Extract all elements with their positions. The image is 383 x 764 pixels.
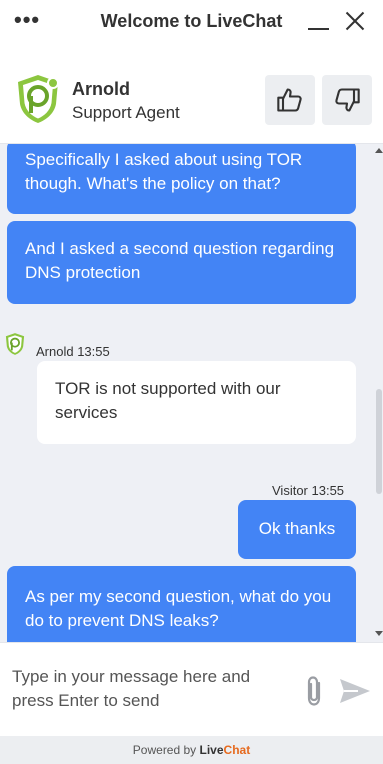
message-meta: Visitor 13:55 [272,483,345,498]
agent-role: Support Agent [72,103,180,122]
powered-by-label: Powered by [132,743,197,757]
send-button[interactable] [338,677,372,705]
scroll-up-icon[interactable] [375,148,383,153]
title-bar: ••• Welcome to LiveChat [0,0,383,44]
visitor-message: Specifically I asked about using TOR tho… [7,144,356,214]
send-icon [340,679,370,703]
message-list[interactable]: Specifically I asked about using TOR tho… [0,144,383,642]
message-meta: Arnold 13:55 [36,344,110,359]
visitor-message: And I asked a second question regarding … [7,221,356,304]
visitor-message: Ok thanks [238,500,356,559]
agent-name: Arnold [72,79,130,99]
visitor-message: As per my second question, what do you d… [7,566,356,642]
close-icon[interactable] [344,10,366,32]
rate-good-button[interactable] [265,75,315,125]
thumbs-down-icon [335,88,360,112]
paperclip-icon [307,676,321,706]
shield-logo-icon [5,333,25,355]
brand-chat: Chat [223,743,251,757]
attach-button[interactable] [302,675,326,707]
shield-logo-icon [18,75,59,123]
scroll-thumb[interactable] [376,389,382,494]
agent-mini-avatar [5,332,25,356]
powered-by-footer[interactable]: Powered by LiveChat [0,736,383,764]
scrollbar[interactable] [373,144,383,642]
thumbs-up-icon [277,88,302,112]
composer: Type in your message here and press Ente… [0,642,383,736]
scroll-down-icon[interactable] [375,631,383,636]
message-input[interactable]: Type in your message here and press Ente… [12,665,292,713]
rate-bad-button[interactable] [322,75,372,125]
livechat-brand: LiveChat [200,743,251,757]
agent-avatar [16,74,60,124]
brand-live: Live [199,743,224,757]
agent-message: TOR is not supported with our services [37,361,356,444]
minimize-icon[interactable] [308,16,330,30]
agent-header: Arnold Support Agent [0,58,383,144]
